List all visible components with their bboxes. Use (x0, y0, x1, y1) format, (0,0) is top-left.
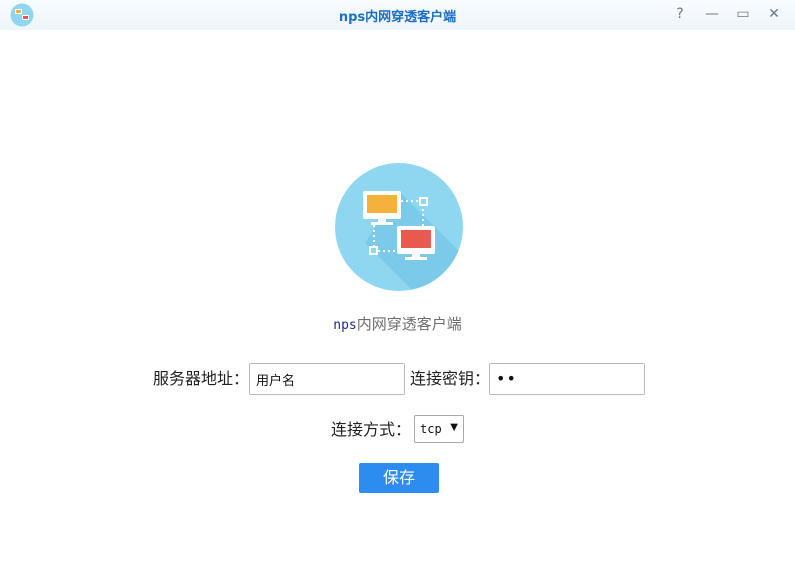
help-icon: ? (676, 6, 684, 22)
app-window: nps内网穿透客户端 ? — ▭ ✕ nps内网穿透客户端 服务器地址： 用户名… (0, 0, 795, 586)
connection-key-label: 连接密钥： (410, 369, 491, 388)
connection-type-select[interactable]: tcp ▼ (414, 415, 464, 443)
network-logo-icon (335, 163, 463, 291)
maximize-icon: ▭ (736, 6, 750, 22)
minimize-icon: — (705, 6, 719, 22)
help-button[interactable]: ? (669, 4, 691, 24)
app-subtitle: nps内网穿透客户端 (0, 313, 795, 334)
title-bar[interactable]: nps内网穿透客户端 ? — ▭ ✕ (0, 0, 795, 30)
connection-key-value: •• (496, 369, 517, 388)
close-button[interactable]: ✕ (763, 4, 785, 24)
maximize-button[interactable]: ▭ (732, 4, 754, 24)
connection-type-label: 连接方式： (331, 420, 412, 439)
server-address-input[interactable] (249, 363, 405, 395)
subtitle-cn: 内网穿透客户端 (356, 315, 462, 333)
server-address-label: 服务器地址： (153, 369, 250, 388)
close-icon: ✕ (768, 6, 780, 22)
subtitle-en: nps (333, 318, 357, 333)
connection-type-value: tcp (420, 422, 442, 436)
minimize-button[interactable]: — (701, 4, 723, 24)
save-button[interactable]: 保存 (359, 463, 439, 493)
connection-key-input[interactable]: •• (489, 363, 645, 395)
dropdown-arrow-icon: ▼ (450, 422, 458, 433)
